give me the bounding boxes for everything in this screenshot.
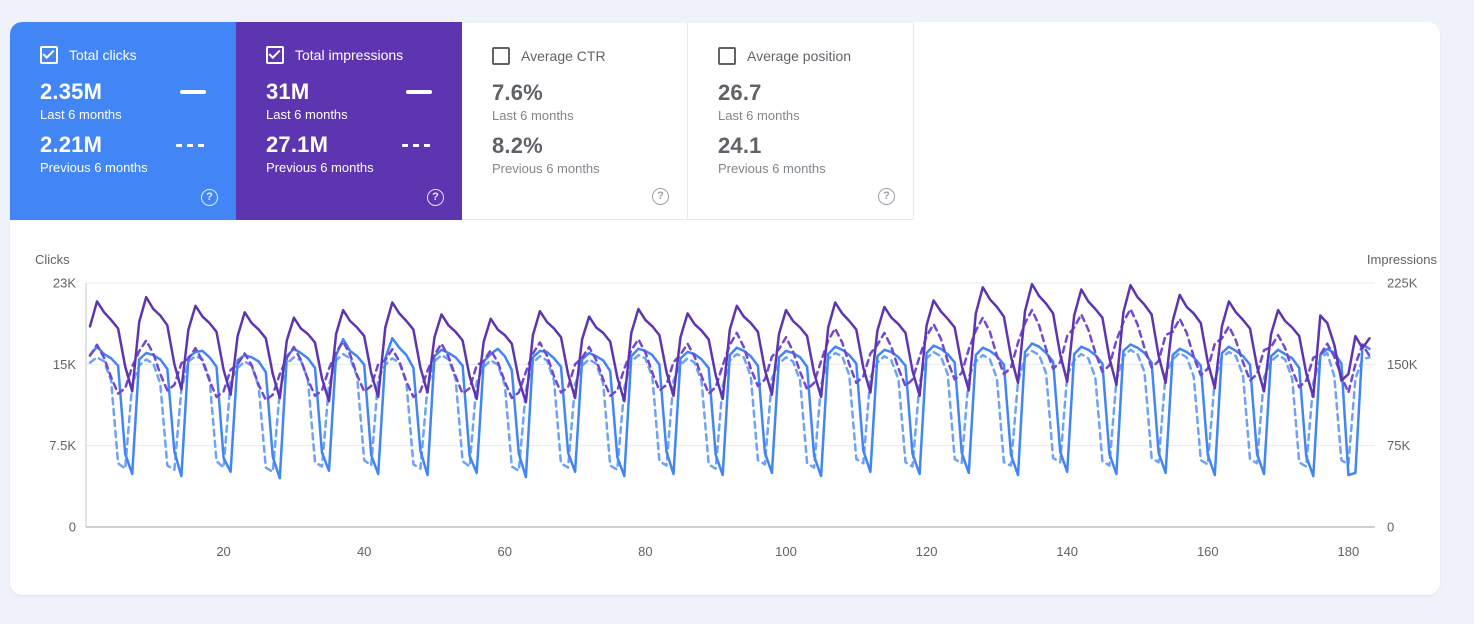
metric-card-total-impressions[interactable]: Total impressions 31M Last 6 months 27.1…	[236, 22, 462, 220]
right-axis-tick-label: 75K	[1387, 438, 1410, 453]
left-axis-tick-label: 7.5K	[49, 438, 76, 453]
total-clicks-label: Total clicks	[69, 47, 137, 63]
average-ctr-check-row: Average CTR	[492, 47, 687, 65]
series-line-clicks-current[interactable]	[88, 336, 1371, 480]
x-axis-tick-label: 20	[216, 544, 230, 559]
total-clicks-previous-metric: 2.21M Previous 6 months	[40, 133, 236, 175]
average-ctr-checkbox[interactable]	[492, 47, 510, 65]
left-axis-title: Clicks	[35, 252, 70, 267]
dashed-line-legend-icon	[176, 143, 206, 147]
average-position-checkbox[interactable]	[718, 47, 736, 65]
x-axis-tick-label: 120	[916, 544, 938, 559]
total-impressions-check-row: Total impressions	[266, 46, 462, 64]
help-icon[interactable]: ?	[427, 189, 444, 206]
total-clicks-checkbox[interactable]	[40, 46, 58, 64]
right-axis-tick-label: 225K	[1387, 276, 1418, 291]
solid-line-legend-icon	[180, 90, 206, 94]
total-clicks-current-metric: 2.35M Last 6 months	[40, 80, 236, 122]
average-ctr-current-caption: Last 6 months	[492, 108, 574, 123]
x-axis-tick-label: 100	[775, 544, 797, 559]
x-axis-tick-label: 160	[1197, 544, 1219, 559]
average-position-previous-value: 24.1	[718, 133, 762, 158]
x-axis-tick-label: 80	[638, 544, 652, 559]
average-position-current-caption: Last 6 months	[718, 108, 800, 123]
total-clicks-check-row: Total clicks	[40, 46, 236, 64]
total-impressions-previous-metric: 27.1M Previous 6 months	[266, 133, 462, 175]
help-icon[interactable]: ?	[878, 188, 895, 205]
left-axis-tick-label: 23K	[53, 276, 76, 291]
average-position-previous-caption: Previous 6 months	[718, 161, 826, 176]
total-clicks-previous-caption: Previous 6 months	[40, 160, 148, 175]
total-impressions-previous-caption: Previous 6 months	[266, 160, 374, 175]
metric-card-total-clicks[interactable]: Total clicks 2.35M Last 6 months 2.21M P…	[10, 22, 236, 220]
help-icon[interactable]: ?	[652, 188, 669, 205]
right-axis-title: Impressions	[1367, 252, 1438, 267]
average-ctr-previous-metric: 8.2% Previous 6 months	[492, 133, 687, 177]
dashed-line-legend-icon	[402, 143, 432, 147]
average-ctr-previous-caption: Previous 6 months	[492, 161, 600, 176]
performance-chart[interactable]: 23K 225K 15K 150K 7.5K 75K 0 0 Clicks Impressions…	[10, 220, 1440, 595]
total-impressions-checkbox[interactable]	[266, 46, 284, 64]
metric-card-average-ctr[interactable]: Average CTR 7.6% Last 6 months 8.2% Prev…	[462, 22, 688, 220]
left-axis-tick-label: 0	[69, 520, 76, 535]
total-clicks-current-caption: Last 6 months	[40, 107, 122, 122]
average-ctr-label: Average CTR	[521, 48, 606, 64]
performance-panel: Total clicks 2.35M Last 6 months 2.21M P…	[10, 22, 1440, 595]
x-axis-tick-label: 140	[1056, 544, 1078, 559]
metric-cards-row: Total clicks 2.35M Last 6 months 2.21M P…	[10, 22, 1440, 220]
average-position-current-value: 26.7	[718, 80, 762, 105]
total-impressions-current-caption: Last 6 months	[266, 107, 348, 122]
average-position-previous-metric: 24.1 Previous 6 months	[718, 133, 913, 177]
total-impressions-current-value: 31M	[266, 79, 310, 104]
x-axis-tick-label: 40	[357, 544, 371, 559]
left-axis-tick-label: 15K	[53, 357, 76, 372]
total-clicks-current-value: 2.35M	[40, 79, 103, 104]
average-position-check-row: Average position	[718, 47, 913, 65]
help-icon[interactable]: ?	[201, 189, 218, 206]
total-impressions-label: Total impressions	[295, 47, 404, 63]
total-clicks-previous-value: 2.21M	[40, 132, 103, 157]
total-impressions-previous-value: 27.1M	[266, 132, 329, 157]
metric-card-average-position[interactable]: Average position 26.7 Last 6 months 24.1…	[688, 22, 914, 220]
clicks-impressions-line-chart[interactable]: 23K 225K 15K 150K 7.5K 75K 0 0 Clicks Impressions…	[10, 220, 1440, 595]
average-position-label: Average position	[747, 48, 852, 64]
solid-line-legend-icon	[406, 90, 432, 94]
total-impressions-current-metric: 31M Last 6 months	[266, 80, 462, 122]
average-position-current-metric: 26.7 Last 6 months	[718, 80, 913, 124]
average-ctr-previous-value: 8.2%	[492, 133, 543, 158]
right-axis-tick-label: 150K	[1387, 357, 1418, 372]
average-ctr-current-value: 7.6%	[492, 80, 543, 105]
average-ctr-current-metric: 7.6% Last 6 months	[492, 80, 687, 124]
x-axis-tick-label: 180	[1338, 544, 1360, 559]
x-axis-tick-label: 60	[498, 544, 512, 559]
right-axis-tick-label: 0	[1387, 520, 1394, 535]
